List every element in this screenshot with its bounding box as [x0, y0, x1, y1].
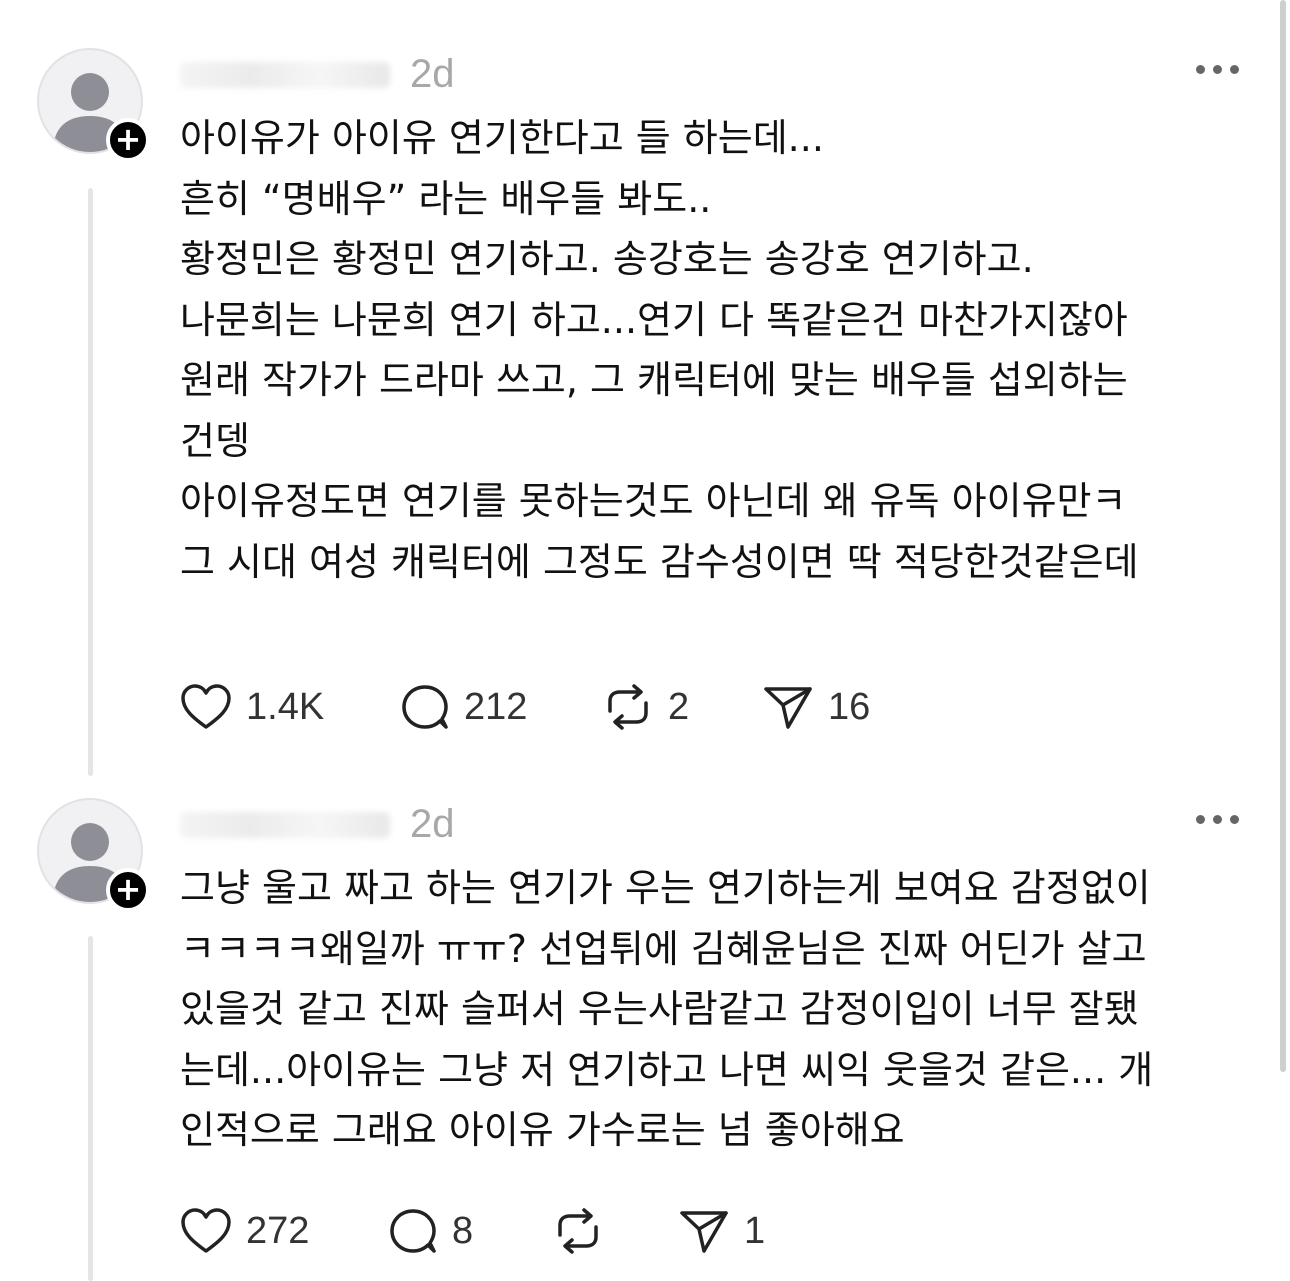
post-text-line: 황정민은 황정민 연기하고. 송강호는 송강호 연기하고.: [180, 237, 1034, 281]
repost-button[interactable]: 2: [602, 682, 689, 732]
heart-icon: [181, 684, 231, 729]
thread-line: [88, 188, 93, 776]
speech-bubble-icon: [402, 685, 448, 729]
speech-bubble-icon: [390, 1209, 436, 1253]
comment-post: + 2d 그냥 울고 짜고 하는 연기가 우는 연기하는게 보여요 감정없이 ㅋ…: [0, 780, 1270, 1281]
post-meta: 2d: [180, 800, 455, 846]
share-button[interactable]: 16: [762, 682, 870, 732]
post-time: 2d: [410, 52, 455, 96]
reply-count: 8: [452, 1209, 474, 1252]
reply-button[interactable]: 8: [388, 1206, 473, 1256]
post-text-line: 아이유가 아이유 연기한다고 들 하는데...: [180, 116, 824, 160]
post-time: 2d: [410, 802, 455, 846]
more-dots-icon[interactable]: [1196, 62, 1240, 76]
post-text-line: 그 시대 여성 캐릭터에 그정도 감수성이면 딱 적당한것같은데: [180, 539, 1139, 584]
repost-arrows-icon: [558, 1208, 598, 1254]
post-text-line: 원래 작가가 드라마 쓰고, 그 캐릭터에 맞는 배우들 섭외하는: [180, 358, 1128, 402]
thread-line: [88, 936, 93, 1281]
post-text-line: ㅋㅋㅋㅋ왜일까 ㅠㅠ? 선업튀에 김혜윤님은 진짜 어딘가 살고: [180, 926, 1147, 971]
like-count: 1.4K: [246, 685, 325, 728]
paper-plane-icon: [680, 1211, 728, 1253]
share-count: 16: [828, 685, 871, 728]
post-meta: 2d: [180, 50, 455, 96]
heart-icon: [181, 1208, 231, 1253]
like-count: 272: [246, 1209, 310, 1252]
post-text-line: 아이유정도면 연기를 못하는것도 아닌데 왜 유독 아이유만ㅋ: [180, 479, 1127, 523]
repost-count: 2: [668, 685, 690, 728]
paper-plane-icon: [764, 687, 812, 729]
post-text-line: 그냥 울고 짜고 하는 연기가 우는 연기하는게 보여요 감정없이: [180, 866, 1151, 910]
post-text-line: 는데...아이유는 그냥 저 연기하고 나면 씨익 웃을것 같은... 개: [180, 1047, 1154, 1092]
plus-icon: +: [114, 870, 142, 908]
post-text-line: 나문희는 나문희 연기 하고...연기 다 똑같은건 마찬가지잖아: [180, 297, 1128, 342]
reply-count: 212: [464, 685, 528, 728]
post-text-line: 건뎅: [180, 418, 250, 463]
like-button[interactable]: 272: [180, 1206, 309, 1256]
more-dots-icon[interactable]: [1196, 812, 1240, 826]
post-text-line: 흔히 “명배우” 라는 배우들 봐도..: [180, 176, 712, 221]
scrollbar[interactable]: [1276, 0, 1290, 1281]
repost-button[interactable]: [552, 1206, 618, 1256]
scrollbar-thumb[interactable]: [1280, 0, 1286, 1072]
post-text-line: 인적으로 그래요 아이유 가수로는 넘 좋아해요: [180, 1108, 905, 1152]
share-button[interactable]: 1: [678, 1206, 765, 1256]
comment-post: + 2d 아이유가 아이유 연기한다고 들 하는데... 흔히 “명배우” 라는…: [0, 0, 1270, 780]
post-body: 그냥 울고 짜고 하는 연기가 우는 연기하는게 보여요 감정없이 ㅋㅋㅋㅋ왜일…: [180, 858, 1255, 1161]
follow-button[interactable]: +: [106, 868, 150, 912]
plus-icon: +: [114, 120, 142, 158]
share-count: 1: [744, 1209, 766, 1252]
post-text-line: 있을것 같고 진짜 슬퍼서 우는사람같고 감정이입이 너무 잘됐: [180, 987, 1139, 1031]
like-button[interactable]: 1.4K: [180, 682, 324, 732]
username[interactable]: [180, 61, 390, 88]
username[interactable]: [180, 811, 390, 838]
follow-button[interactable]: +: [106, 118, 150, 162]
post-body: 아이유가 아이유 연기한다고 들 하는데... 흔히 “명배우” 라는 배우들 …: [180, 108, 1255, 592]
reply-button[interactable]: 212: [400, 682, 527, 732]
repost-arrows-icon: [608, 684, 648, 730]
